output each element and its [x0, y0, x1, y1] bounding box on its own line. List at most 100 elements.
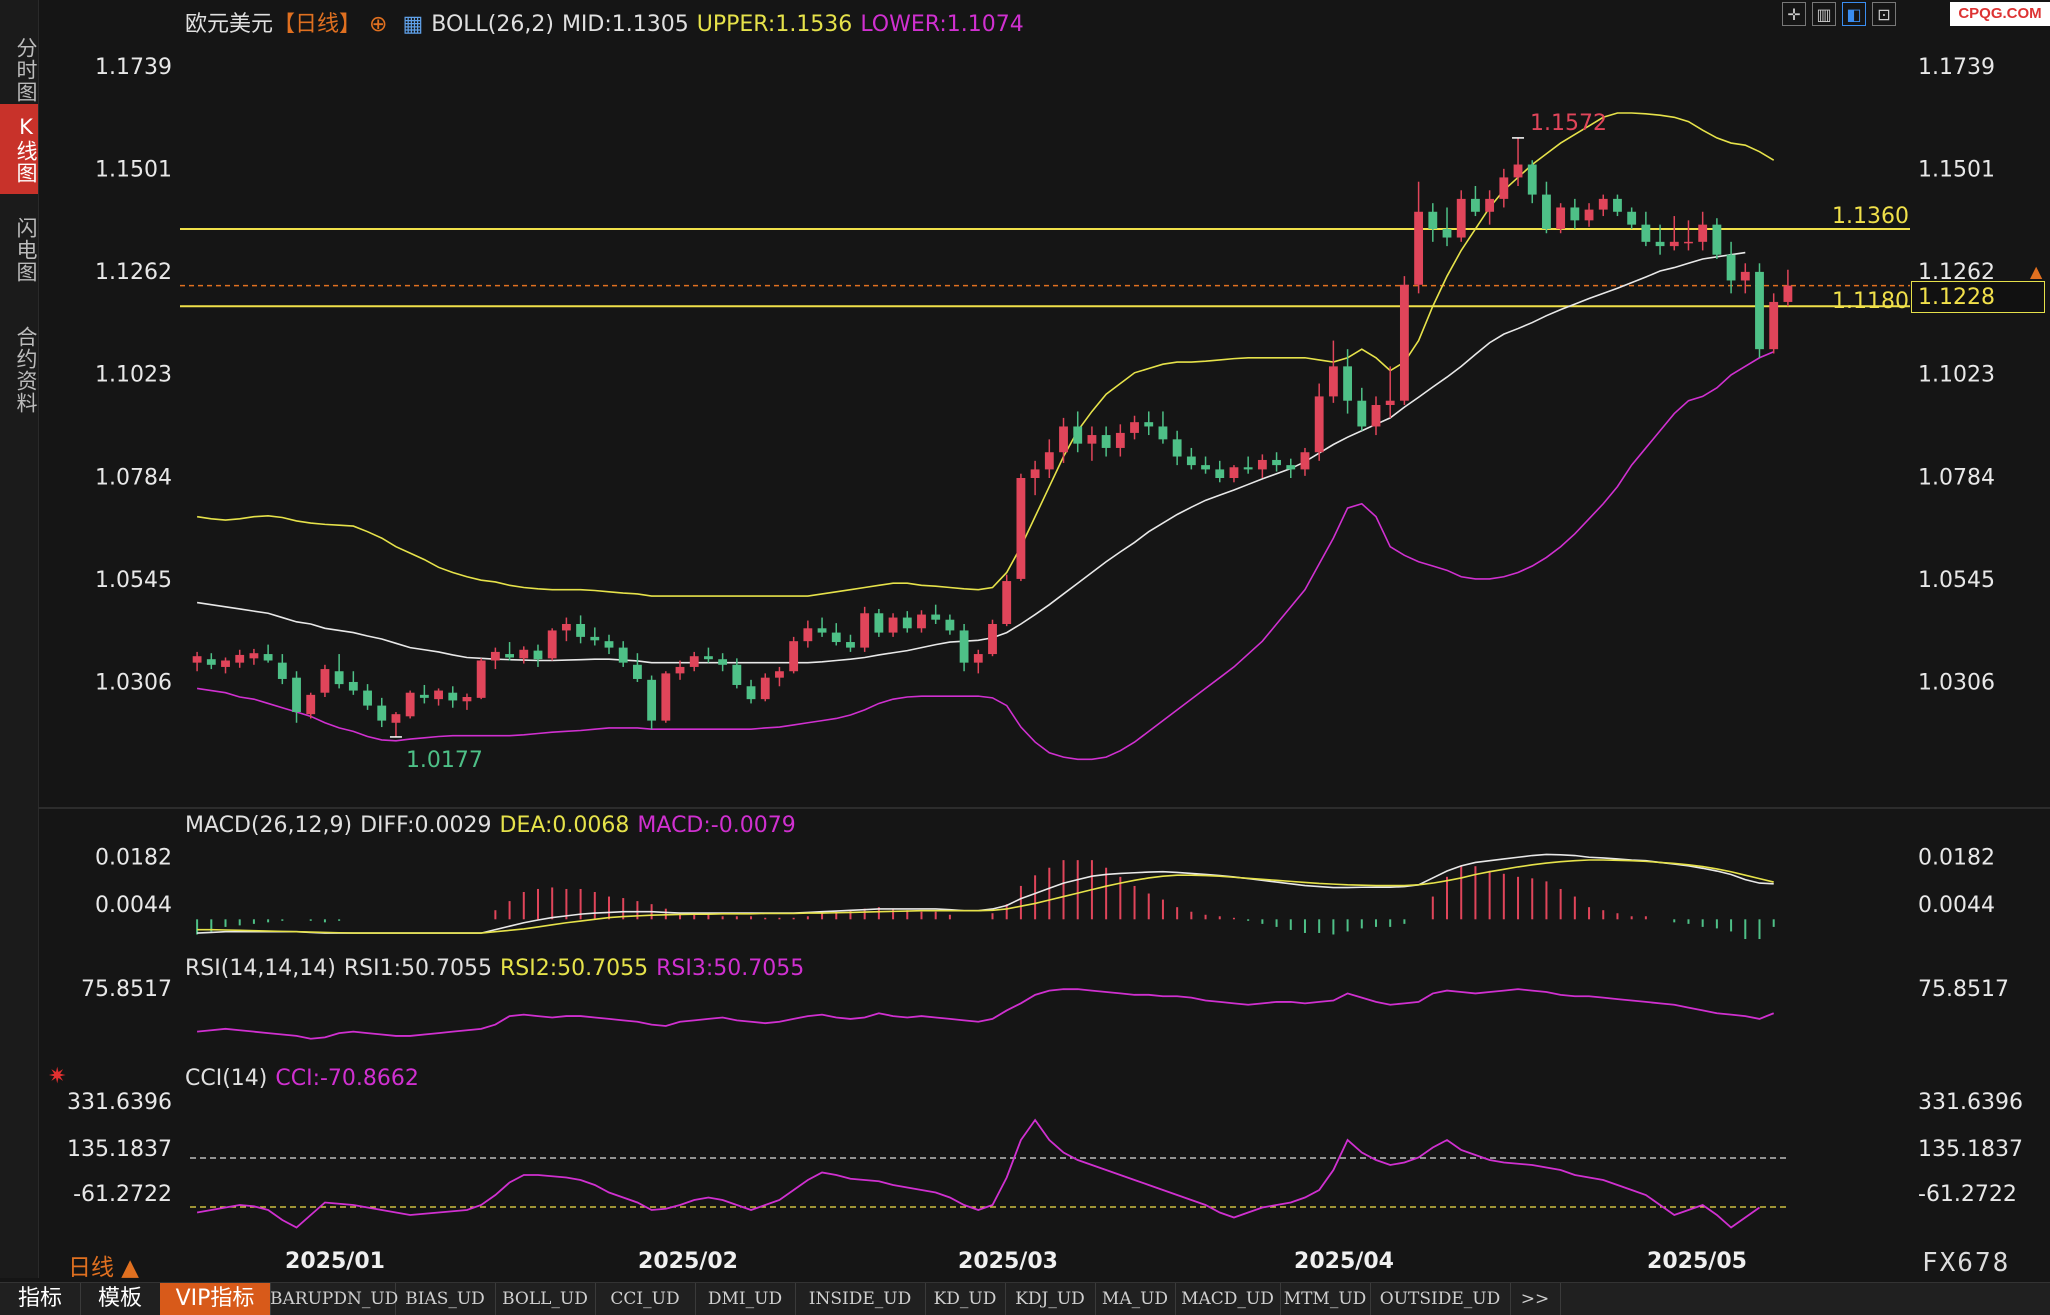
candle — [1044, 452, 1054, 470]
indicator-tab-5[interactable]: BOLL_UD — [495, 1283, 596, 1315]
candle — [277, 662, 287, 679]
candle — [1584, 209, 1594, 221]
y-tick-right: 1.0306 — [1918, 671, 1995, 696]
indicator-tab-10[interactable]: KDJ_UD — [1005, 1283, 1096, 1315]
candle — [306, 694, 316, 715]
cci-y-tick-left: -61.2722 — [73, 1182, 172, 1207]
candle — [803, 628, 813, 642]
candle — [1712, 224, 1722, 255]
y-tick-left: 1.1262 — [95, 260, 172, 285]
period-tag[interactable]: 【日线】 — [273, 12, 361, 37]
candle — [377, 705, 387, 721]
candle — [789, 641, 799, 672]
candle — [931, 614, 941, 620]
candle — [1371, 405, 1381, 427]
candle — [945, 619, 955, 631]
candle — [434, 690, 443, 700]
x-tick: 2025/01 — [285, 1249, 385, 1274]
y-tick-right: 1.1739 — [1918, 55, 1995, 80]
indicator-tab-12[interactable]: MACD_UD — [1175, 1283, 1281, 1315]
candle — [405, 692, 415, 717]
candle — [1300, 452, 1310, 470]
cci-y-tick-left: 331.6396 — [67, 1090, 172, 1115]
candle — [1357, 400, 1367, 427]
candle — [973, 654, 983, 663]
candle — [519, 649, 529, 659]
indicator-tab-11[interactable]: MA_UD — [1095, 1283, 1176, 1315]
add-indicator-icon[interactable]: ⊕ — [369, 12, 387, 37]
high-label: 1.1572 — [1530, 111, 1607, 136]
candle — [221, 660, 230, 667]
rsi3: RSI3:50.7055 — [656, 956, 805, 981]
indicator-tab-9[interactable]: KD_UD — [925, 1283, 1006, 1315]
instrument-title: 欧元美元 — [185, 12, 274, 37]
fullscreen-icon[interactable]: ⊡ — [1872, 2, 1896, 26]
candle — [1755, 271, 1764, 350]
rsi1: RSI1:50.7055 — [343, 956, 492, 981]
rsi-line — [197, 988, 1775, 1040]
grid-icon[interactable]: ▥ — [1812, 2, 1836, 26]
candle — [1229, 467, 1239, 478]
macd-y-tick-right: 0.0182 — [1918, 846, 1995, 871]
candle — [689, 656, 699, 667]
indicator-tab-2[interactable]: VIP指标 — [160, 1283, 271, 1315]
macd-dea: DEA:0.0068 — [499, 813, 630, 838]
cci-header: CCI(14) CCI:-70.8662 — [185, 1066, 427, 1091]
boll-upper: UPPER:1.1536 — [696, 12, 853, 37]
settings-gear-icon[interactable]: ✷ — [48, 1064, 66, 1089]
period-selector[interactable]: 日线 ▲ — [68, 1248, 139, 1282]
cci-label: CCI(14) — [185, 1066, 268, 1091]
macd-dea-line — [197, 859, 1774, 934]
boll-label: BOLL(26,2) — [431, 12, 554, 37]
candle — [1414, 211, 1424, 285]
candle — [1343, 366, 1353, 401]
rsi2: RSI2:50.7055 — [500, 956, 649, 981]
y-tick-right: 1.1501 — [1918, 157, 1995, 182]
y-tick-right: 1.0545 — [1918, 568, 1995, 593]
indicator-tab-7[interactable]: DMI_UD — [695, 1283, 796, 1315]
level-1-label: 1.1360 — [1832, 204, 1909, 229]
candle — [1130, 422, 1139, 433]
indicator-tab-1[interactable]: 模板 — [80, 1283, 161, 1315]
candle — [235, 654, 245, 663]
macd-diff-line — [197, 853, 1774, 934]
candle — [334, 671, 344, 685]
candle — [1442, 228, 1452, 238]
y-tick-left: 1.0306 — [95, 671, 172, 696]
candle — [505, 654, 514, 658]
y-tick-left: 1.1501 — [95, 157, 172, 182]
boll-upper-line — [196, 112, 1775, 597]
candle — [1684, 241, 1693, 244]
indicator-tab-0[interactable]: 指标 — [0, 1283, 81, 1315]
candle — [462, 697, 472, 702]
rsi-header: RSI(14,14,14) RSI1:50.7055 RSI2:50.7055 RSI… — [185, 956, 812, 981]
indicator-tab-13[interactable]: MTM_UD — [1280, 1283, 1371, 1315]
indicator-tab-8[interactable]: INSIDE_UD — [795, 1283, 926, 1315]
y-tick-left: 1.0784 — [95, 465, 172, 490]
indicator-tab-4[interactable]: BIAS_UD — [395, 1283, 496, 1315]
candle — [1272, 459, 1281, 466]
candle — [1669, 241, 1679, 247]
candle — [632, 664, 642, 679]
candle — [732, 664, 742, 685]
candle — [1641, 224, 1651, 242]
indicator-tab-3[interactable]: BARUPDN_UD — [270, 1283, 398, 1315]
crosshair-icon[interactable]: ✛ — [1782, 2, 1806, 26]
macd-label: MACD(26,12,9) — [185, 813, 353, 838]
candle — [1655, 241, 1665, 247]
chart-settings-icon[interactable]: ◧ — [1842, 2, 1866, 26]
x-tick: 2025/02 — [638, 1249, 738, 1274]
indicator-icon[interactable]: ▦ — [402, 12, 423, 37]
candle — [718, 659, 728, 665]
indicator-tab-15[interactable]: >> — [1510, 1283, 1561, 1315]
candle — [704, 656, 713, 660]
cci-y-tick-right: 135.1837 — [1918, 1137, 2023, 1162]
candle — [1016, 478, 1026, 579]
indicator-tab-6[interactable]: CCI_UD — [595, 1283, 696, 1315]
candle — [831, 632, 841, 643]
indicator-tab-14[interactable]: OUTSIDE_UD — [1370, 1283, 1511, 1315]
candle — [1215, 469, 1225, 478]
indicator-bar: 指标 模板 VIP指标 BARUPDN_UD BIAS_UD BOLL_UD CCI_UD D… — [0, 1282, 2050, 1315]
candle — [1328, 366, 1338, 397]
candle — [1613, 198, 1622, 212]
